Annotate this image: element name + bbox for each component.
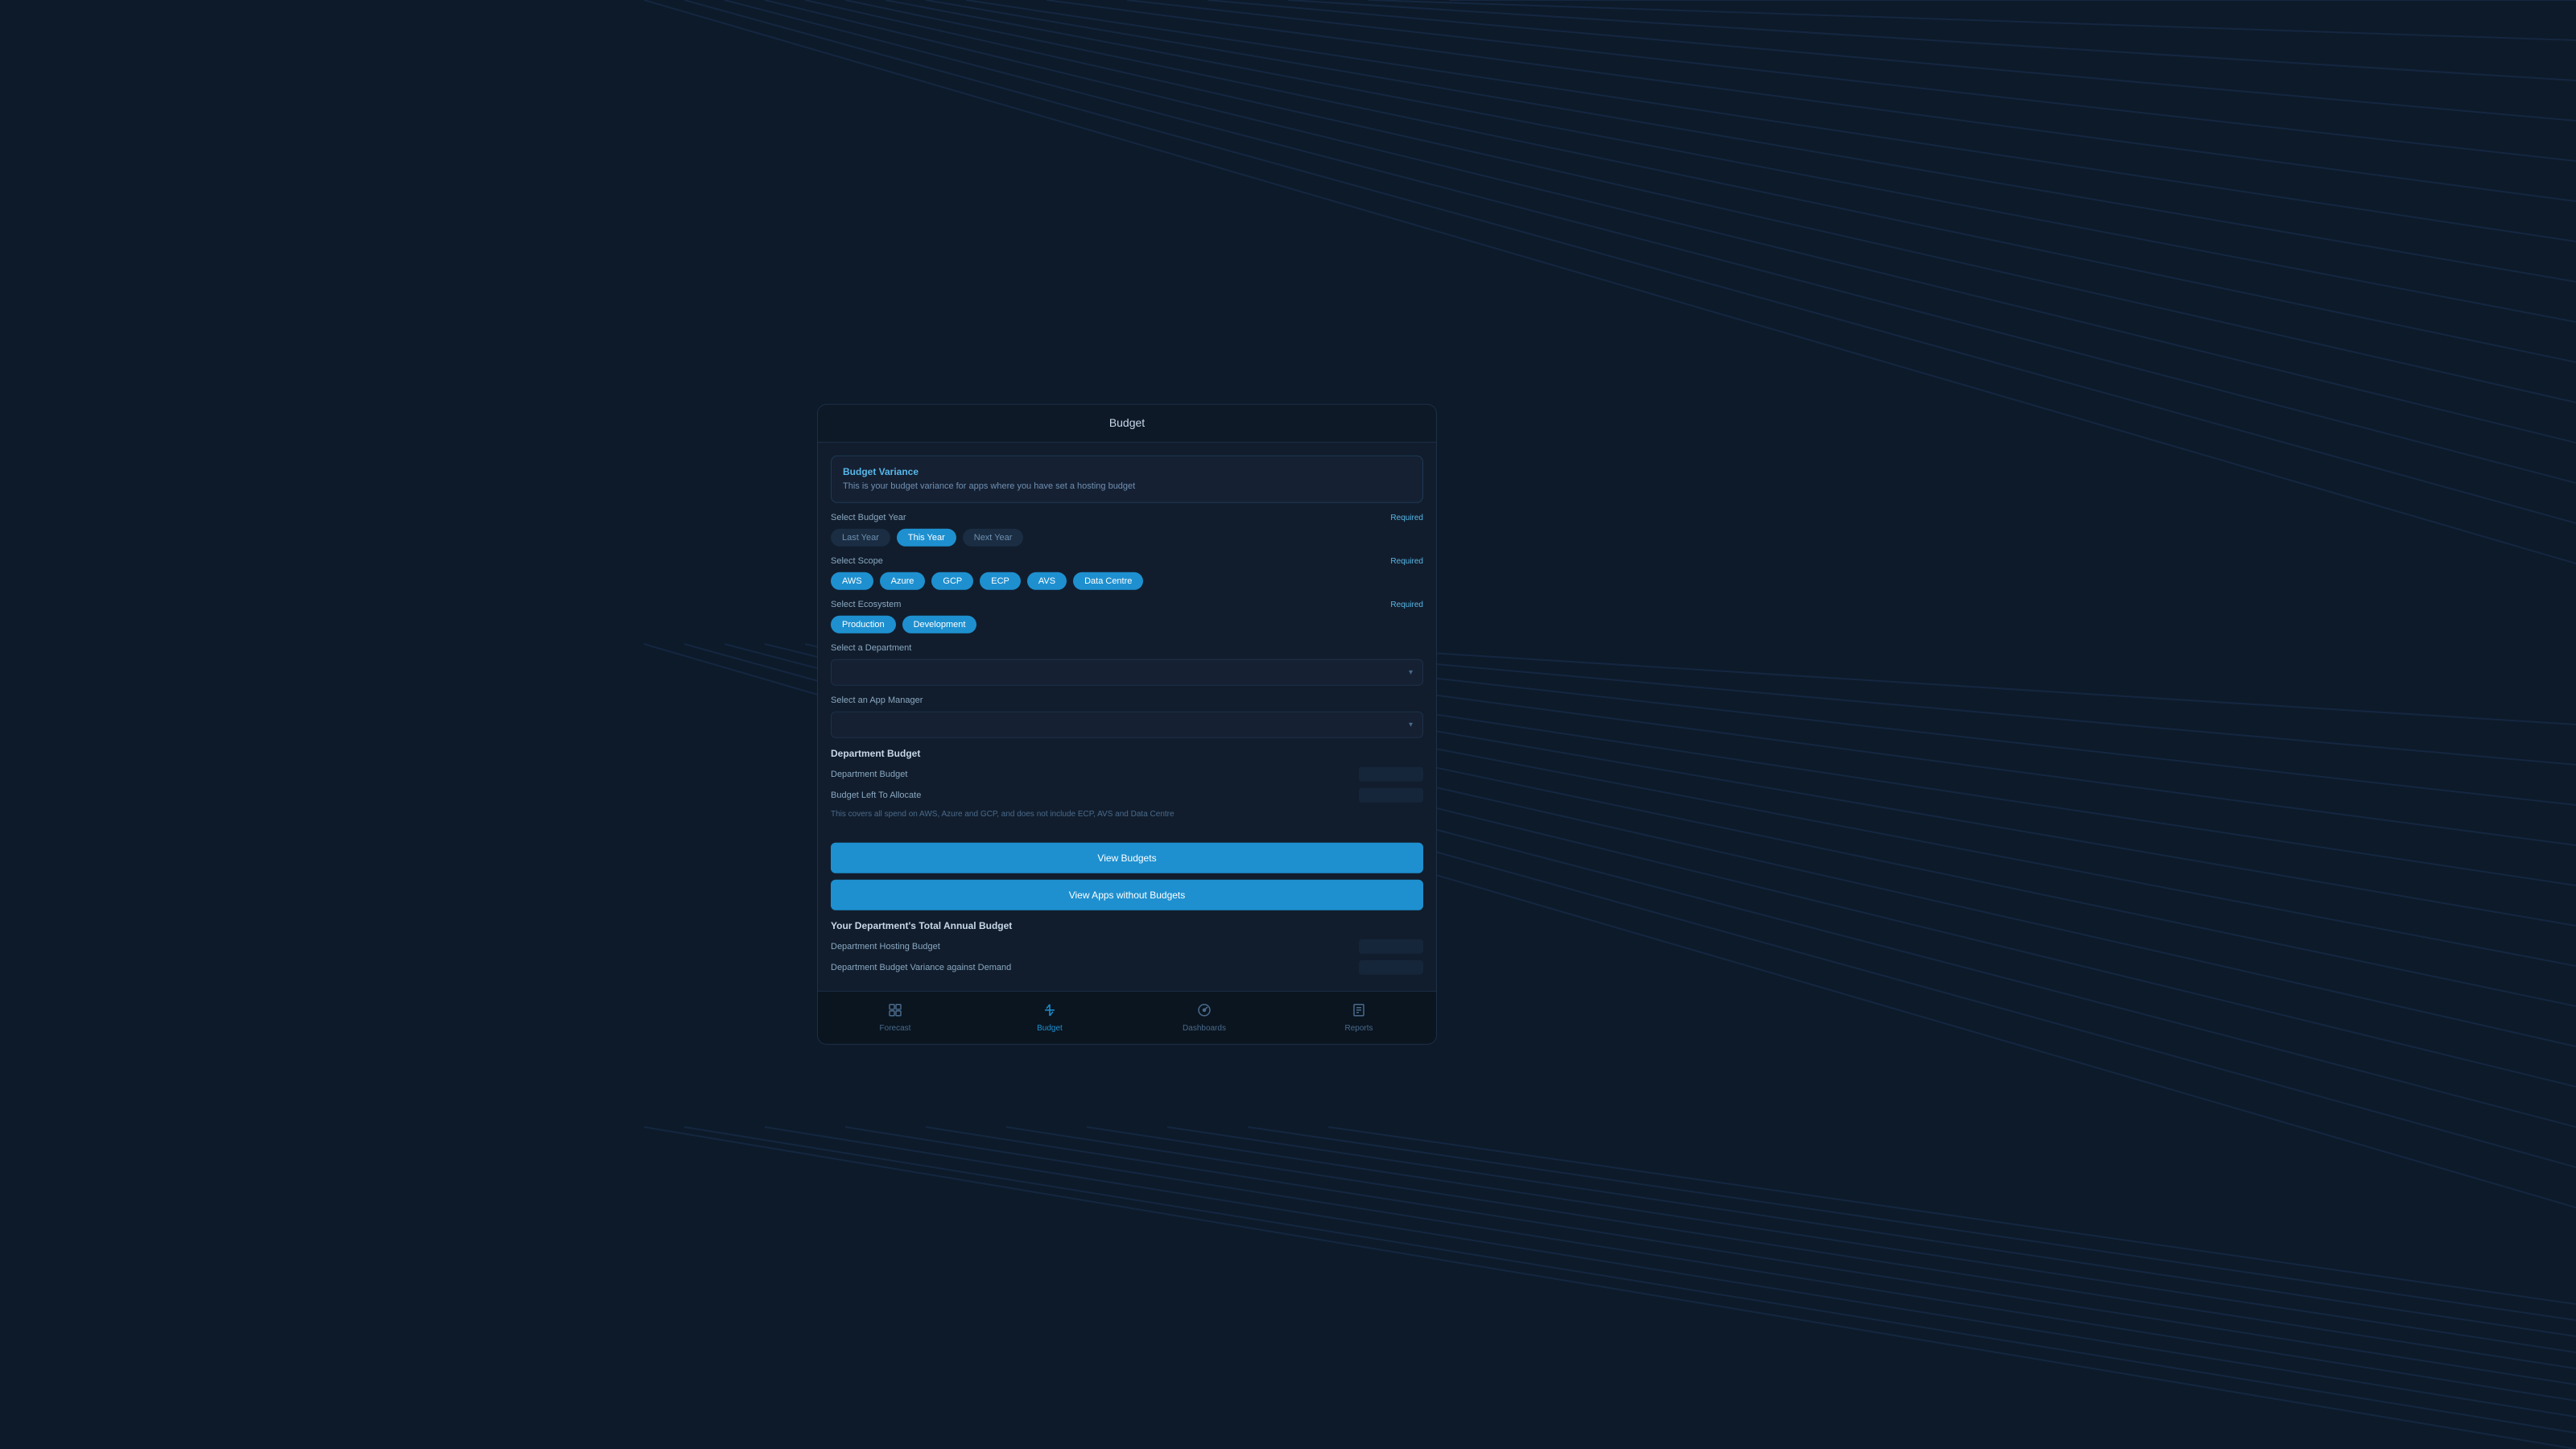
nav-item-budget[interactable]: Budget bbox=[972, 1000, 1127, 1036]
reports-label: Reports bbox=[1344, 1024, 1373, 1033]
app-manager-label-row: Select an App Manager bbox=[831, 696, 1423, 705]
scope-label-row: Select Scope Required bbox=[831, 556, 1423, 566]
department-label-row: Select a Department bbox=[831, 643, 1423, 653]
hosting-budget-row: Department Hosting Budget bbox=[831, 939, 1423, 954]
bottom-nav: Forecast Budget bbox=[818, 991, 1436, 1044]
scope-label: Select Scope bbox=[831, 556, 883, 566]
annual-budget-title: Your Department's Total Annual Budget bbox=[831, 920, 1423, 931]
pill-this-year[interactable]: This Year bbox=[897, 529, 956, 547]
view-budgets-button[interactable]: View Budgets bbox=[831, 843, 1423, 873]
dept-budget-value bbox=[1359, 767, 1423, 782]
budget-variance-description: This is your budget variance for apps wh… bbox=[843, 481, 1411, 493]
pill-avs[interactable]: AVS bbox=[1027, 572, 1067, 590]
budget-left-row: Budget Left To Allocate bbox=[831, 788, 1423, 803]
scope-required: Required bbox=[1390, 557, 1423, 566]
modal-header: Budget bbox=[818, 405, 1436, 443]
budget-icon bbox=[1042, 1003, 1057, 1022]
department-section: Select a Department ▾ bbox=[818, 643, 1436, 696]
forecast-label: Forecast bbox=[880, 1024, 911, 1033]
nav-item-forecast[interactable]: Forecast bbox=[818, 1000, 972, 1036]
hosting-budget-value bbox=[1359, 939, 1423, 954]
dashboards-label: Dashboards bbox=[1183, 1024, 1226, 1033]
modal-container: Budget Budget Variance This is your budg… bbox=[817, 404, 1437, 1045]
pill-production[interactable]: Production bbox=[831, 616, 896, 634]
app-manager-label: Select an App Manager bbox=[831, 696, 923, 705]
budget-year-section: Select Budget Year Required Last Year Th… bbox=[818, 513, 1436, 556]
pill-gcp[interactable]: GCP bbox=[931, 572, 973, 590]
variance-value bbox=[1359, 960, 1423, 975]
reports-icon bbox=[1352, 1003, 1366, 1022]
department-label: Select a Department bbox=[831, 643, 911, 653]
budget-year-required: Required bbox=[1390, 514, 1423, 522]
annual-budget-section: Your Department's Total Annual Budget De… bbox=[818, 920, 1436, 991]
department-dropdown[interactable]: ▾ bbox=[831, 659, 1423, 686]
pill-next-year[interactable]: Next Year bbox=[963, 529, 1024, 547]
budget-modal: Budget Budget Variance This is your budg… bbox=[817, 404, 1437, 1045]
budget-variance-box: Budget Variance This is your budget vari… bbox=[831, 456, 1423, 503]
variance-row: Department Budget Variance against Deman… bbox=[831, 960, 1423, 975]
dept-budget-title: Department Budget bbox=[831, 748, 1423, 759]
ecosystem-label-row: Select Ecosystem Required bbox=[831, 600, 1423, 609]
dept-budget-row: Department Budget bbox=[831, 767, 1423, 782]
pill-ecp[interactable]: ECP bbox=[980, 572, 1021, 590]
pill-azure[interactable]: Azure bbox=[880, 572, 926, 590]
chevron-down-icon-2: ▾ bbox=[1409, 720, 1413, 729]
modal-body: Budget Variance This is your budget vari… bbox=[818, 456, 1436, 991]
pill-data-centre[interactable]: Data Centre bbox=[1073, 572, 1143, 590]
pill-last-year[interactable]: Last Year bbox=[831, 529, 890, 547]
nav-item-dashboards[interactable]: Dashboards bbox=[1127, 1000, 1282, 1036]
forecast-icon bbox=[888, 1003, 902, 1022]
hosting-budget-label: Department Hosting Budget bbox=[831, 942, 940, 952]
budget-year-label: Select Budget Year bbox=[831, 513, 906, 522]
nav-item-reports[interactable]: Reports bbox=[1282, 1000, 1436, 1036]
ecosystem-label: Select Ecosystem bbox=[831, 600, 901, 609]
budget-variance-title: Budget Variance bbox=[843, 466, 1411, 477]
modal-title: Budget bbox=[1109, 416, 1145, 429]
budget-year-pills: Last Year This Year Next Year bbox=[831, 529, 1423, 547]
budget-left-label: Budget Left To Allocate bbox=[831, 791, 921, 800]
chevron-down-icon: ▾ bbox=[1409, 668, 1413, 677]
dept-budget-section: Department Budget Department Budget Budg… bbox=[818, 748, 1436, 840]
variance-label: Department Budget Variance against Deman… bbox=[831, 963, 1011, 972]
pill-aws[interactable]: AWS bbox=[831, 572, 873, 590]
budget-note: This covers all spend on AWS, Azure and … bbox=[831, 809, 1423, 820]
budget-label: Budget bbox=[1037, 1024, 1063, 1033]
budget-year-label-row: Select Budget Year Required bbox=[831, 513, 1423, 522]
app-manager-section: Select an App Manager ▾ bbox=[818, 696, 1436, 748]
view-apps-without-budgets-button[interactable]: View Apps without Budgets bbox=[831, 880, 1423, 910]
ecosystem-section: Select Ecosystem Required Production Dev… bbox=[818, 600, 1436, 643]
ecosystem-pills: Production Development bbox=[831, 616, 1423, 634]
dept-budget-label: Department Budget bbox=[831, 770, 907, 779]
ecosystem-required: Required bbox=[1390, 601, 1423, 609]
scope-section: Select Scope Required AWS Azure GCP ECP … bbox=[818, 556, 1436, 600]
pill-development[interactable]: Development bbox=[902, 616, 977, 634]
app-manager-dropdown[interactable]: ▾ bbox=[831, 712, 1423, 738]
budget-left-value bbox=[1359, 788, 1423, 803]
dashboards-icon bbox=[1197, 1003, 1212, 1022]
scope-pills: AWS Azure GCP ECP AVS Data Centre bbox=[831, 572, 1423, 590]
